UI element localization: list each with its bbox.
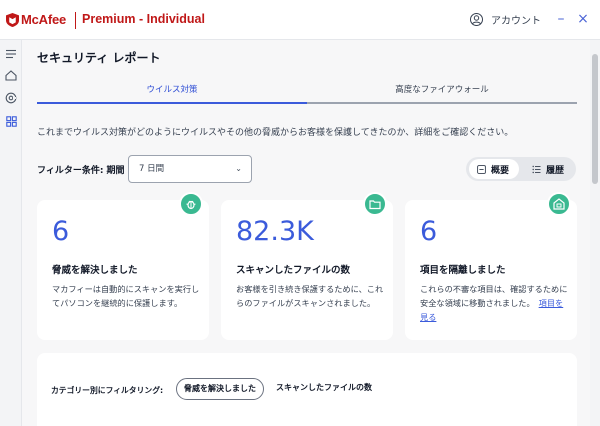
card-description: お客様を引き続き保護するために、これらのファイルがスキャンされました。 xyxy=(236,284,384,308)
tab-firewall[interactable]: 高度なファイアウォール xyxy=(307,80,577,104)
title-bar: McAfee Premium - Individual アカウント – × xyxy=(0,0,600,40)
user-icon xyxy=(470,13,483,26)
sidebar xyxy=(0,40,22,426)
card-description: これらの不審な項目は、確認するために安全な領域に移動されました。 項目を見る xyxy=(420,282,568,324)
quarantine-icon xyxy=(547,192,571,216)
filter-label: フィルター条件: 期間 xyxy=(37,166,125,176)
protection-icon[interactable] xyxy=(3,90,19,106)
card-number: 82.3K xyxy=(236,216,314,247)
main-content: セキュリティ レポート ウイルス対策 高度なファイアウォール これまでウイルス対… xyxy=(22,40,590,426)
overview-icon xyxy=(477,164,486,174)
dashboard-icon[interactable] xyxy=(3,113,19,129)
category-filter-label: カテゴリー別にフィルタリング: xyxy=(51,386,164,395)
view-toggle: 概要 履歴 xyxy=(466,157,576,181)
minimize-button[interactable]: – xyxy=(554,12,568,26)
card-number: 6 xyxy=(420,216,438,247)
mcafee-shield-icon xyxy=(6,12,19,27)
close-button[interactable]: × xyxy=(576,12,590,26)
history-toggle-button[interactable]: 履歴 xyxy=(524,159,574,179)
bug-icon xyxy=(179,192,203,216)
scrollbar-thumb[interactable] xyxy=(592,54,598,184)
brand-name: McAfee xyxy=(21,12,67,27)
card-number: 6 xyxy=(52,216,70,247)
title-separator xyxy=(75,12,76,29)
period-select[interactable]: 7 日間 ⌄ xyxy=(128,155,252,183)
account-button[interactable]: アカウント xyxy=(470,12,541,27)
card-title: 項目を隔離しました xyxy=(420,265,506,276)
threats-resolved-card: 6 脅威を解決しました マカフィーは自動的にスキャンを実行してパソコンを継続的に… xyxy=(37,192,209,340)
tab-antivirus[interactable]: ウイルス対策 xyxy=(37,80,307,104)
history-label: 履歴 xyxy=(546,165,565,176)
menu-icon[interactable] xyxy=(3,46,19,62)
chip-threats-resolved[interactable]: 脅威を解決しました xyxy=(176,378,264,400)
list-icon xyxy=(532,165,541,173)
chip-files-scanned[interactable]: スキャンしたファイルの数 xyxy=(274,378,374,400)
product-name: Premium - Individual xyxy=(82,12,205,26)
card-title: 脅威を解決しました xyxy=(52,265,138,276)
page-title: セキュリティ レポート xyxy=(37,51,161,65)
chevron-down-icon: ⌄ xyxy=(235,164,242,173)
page-description: これまでウイルス対策がどのようにウイルスやその他の脅威からお客様を保護してきたの… xyxy=(37,128,514,138)
report-tabs: ウイルス対策 高度なファイアウォール xyxy=(37,80,577,104)
category-filter-panel: カテゴリー別にフィルタリング: 脅威を解決しました スキャンしたファイルの数 xyxy=(37,353,577,426)
overview-toggle-button[interactable]: 概要 xyxy=(469,159,519,179)
home-icon[interactable] xyxy=(3,67,19,83)
scrollbar[interactable] xyxy=(590,40,600,426)
folder-icon xyxy=(363,192,387,216)
period-select-value: 7 日間 xyxy=(139,164,165,174)
items-quarantined-card: 6 項目を隔離しました これらの不審な項目は、確認するために安全な領域に移動され… xyxy=(405,192,577,340)
files-scanned-card: 82.3K スキャンしたファイルの数 お客様を引き続き保護するために、これらのフ… xyxy=(221,192,393,340)
mcafee-logo: McAfee xyxy=(6,12,66,27)
account-label: アカウント xyxy=(491,16,541,27)
card-title: スキャンしたファイルの数 xyxy=(236,265,351,276)
card-description: マカフィーは自動的にスキャンを実行してパソコンを継続的に保護します。 xyxy=(52,284,200,308)
overview-label: 概要 xyxy=(491,165,510,176)
